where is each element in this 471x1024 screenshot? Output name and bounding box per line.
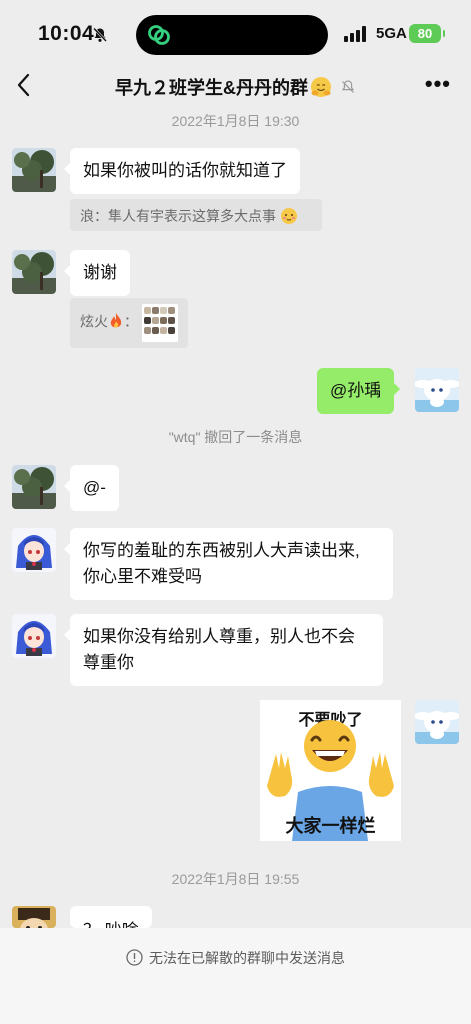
anime-girl-avatar-image <box>12 614 56 658</box>
info-circle-icon <box>126 949 143 966</box>
message-line: 你写的羞耻的东西被别人大声读出来, <box>83 541 360 560</box>
message-bubble[interactable]: ？ 吵啥 <box>70 906 152 928</box>
timestamp: 2022年1月8日 19:55 <box>171 871 300 887</box>
chat-title-row: 早九２班学生&丹丹的群 <box>0 74 471 100</box>
status-bar: 10:04 5GA 80 <box>0 0 471 62</box>
more-options-icon[interactable]: ••• <box>425 73 451 95</box>
disbanded-notice: 无法在已解散的群聊中发送消息 <box>0 948 471 968</box>
tree-avatar-image <box>12 250 56 294</box>
avatar-tree[interactable] <box>12 148 56 192</box>
sticker-message[interactable]: 不要吵了 大家一样烂 <box>260 700 401 841</box>
signal-icon <box>344 26 366 42</box>
message-bubble[interactable]: @- <box>64 465 119 511</box>
timestamp: 2022年1月8日 19:30 <box>171 113 300 129</box>
chat-header: 早九２班学生&丹丹的群 ••• <box>0 62 471 108</box>
tree-avatar-image <box>12 465 56 509</box>
message-bubble[interactable]: 如果你没有给别人尊重，别人也不会 尊重你 <box>64 614 383 686</box>
status-time: 10:04 <box>38 22 95 45</box>
cinnamoroll-avatar-image <box>415 700 459 744</box>
chat-title: 早九２班学生&丹丹的群 <box>115 78 308 98</box>
sticker-thumbnail-icon <box>141 304 178 342</box>
avatar-tree[interactable] <box>12 250 56 294</box>
bell-off-icon <box>93 27 107 42</box>
cinnamoroll-avatar-image <box>415 368 459 412</box>
message-bubble[interactable]: 谢谢 <box>64 250 130 296</box>
mute-bell-icon <box>341 80 355 93</box>
my-avatar[interactable] <box>415 368 459 412</box>
blushing-emoji-icon <box>280 208 297 224</box>
hugging-face-emoji-icon <box>311 77 331 97</box>
dynamic-island <box>136 15 328 55</box>
tree-avatar-image <box>12 148 56 192</box>
sticker-caption-bottom: 大家一样烂 <box>285 816 376 836</box>
link-app-icon <box>148 25 170 45</box>
avatar-anime-girl[interactable] <box>12 614 56 658</box>
battery-indicator: 80 <box>409 24 445 43</box>
message-bubble[interactable]: 你写的羞耻的东西被别人大声读出来, 你心里不难受吗 <box>64 528 393 600</box>
disbanded-notice-text: 无法在已解散的群聊中发送消息 <box>149 950 345 966</box>
my-avatar[interactable] <box>415 700 459 744</box>
anime-girl-avatar-image <box>12 528 56 572</box>
message-line: 你心里不难受吗 <box>83 567 202 586</box>
message-line: 尊重你 <box>83 653 134 672</box>
input-disabled-bar: 无法在已解散的群聊中发送消息 <box>0 928 471 1024</box>
quoted-reply[interactable]: 炫火 ： <box>70 298 188 348</box>
avatar-character[interactable] <box>12 906 56 928</box>
quote-sender: 炫火 <box>80 313 108 330</box>
message-bubble[interactable]: 如果你被叫的话你就知道了 <box>64 148 300 194</box>
avatar-tree[interactable] <box>12 465 56 509</box>
message-line: 如果你没有给别人尊重，别人也不会 <box>83 627 355 646</box>
quoted-reply[interactable]: 浪：隼人有宇表示这算多大点事 <box>70 199 322 231</box>
character-avatar-image <box>12 906 56 928</box>
quote-separator: ： <box>124 313 138 330</box>
recall-notice: "wtq" 撤回了一条消息 <box>168 429 303 445</box>
avatar-anime-girl[interactable] <box>12 528 56 572</box>
network-type: 5GA <box>376 25 407 42</box>
quote-text: 浪：隼人有宇表示这算多大点事 <box>80 208 276 224</box>
fire-emoji-icon <box>110 312 122 328</box>
my-message-bubble[interactable]: @孙瑀 <box>317 368 401 414</box>
